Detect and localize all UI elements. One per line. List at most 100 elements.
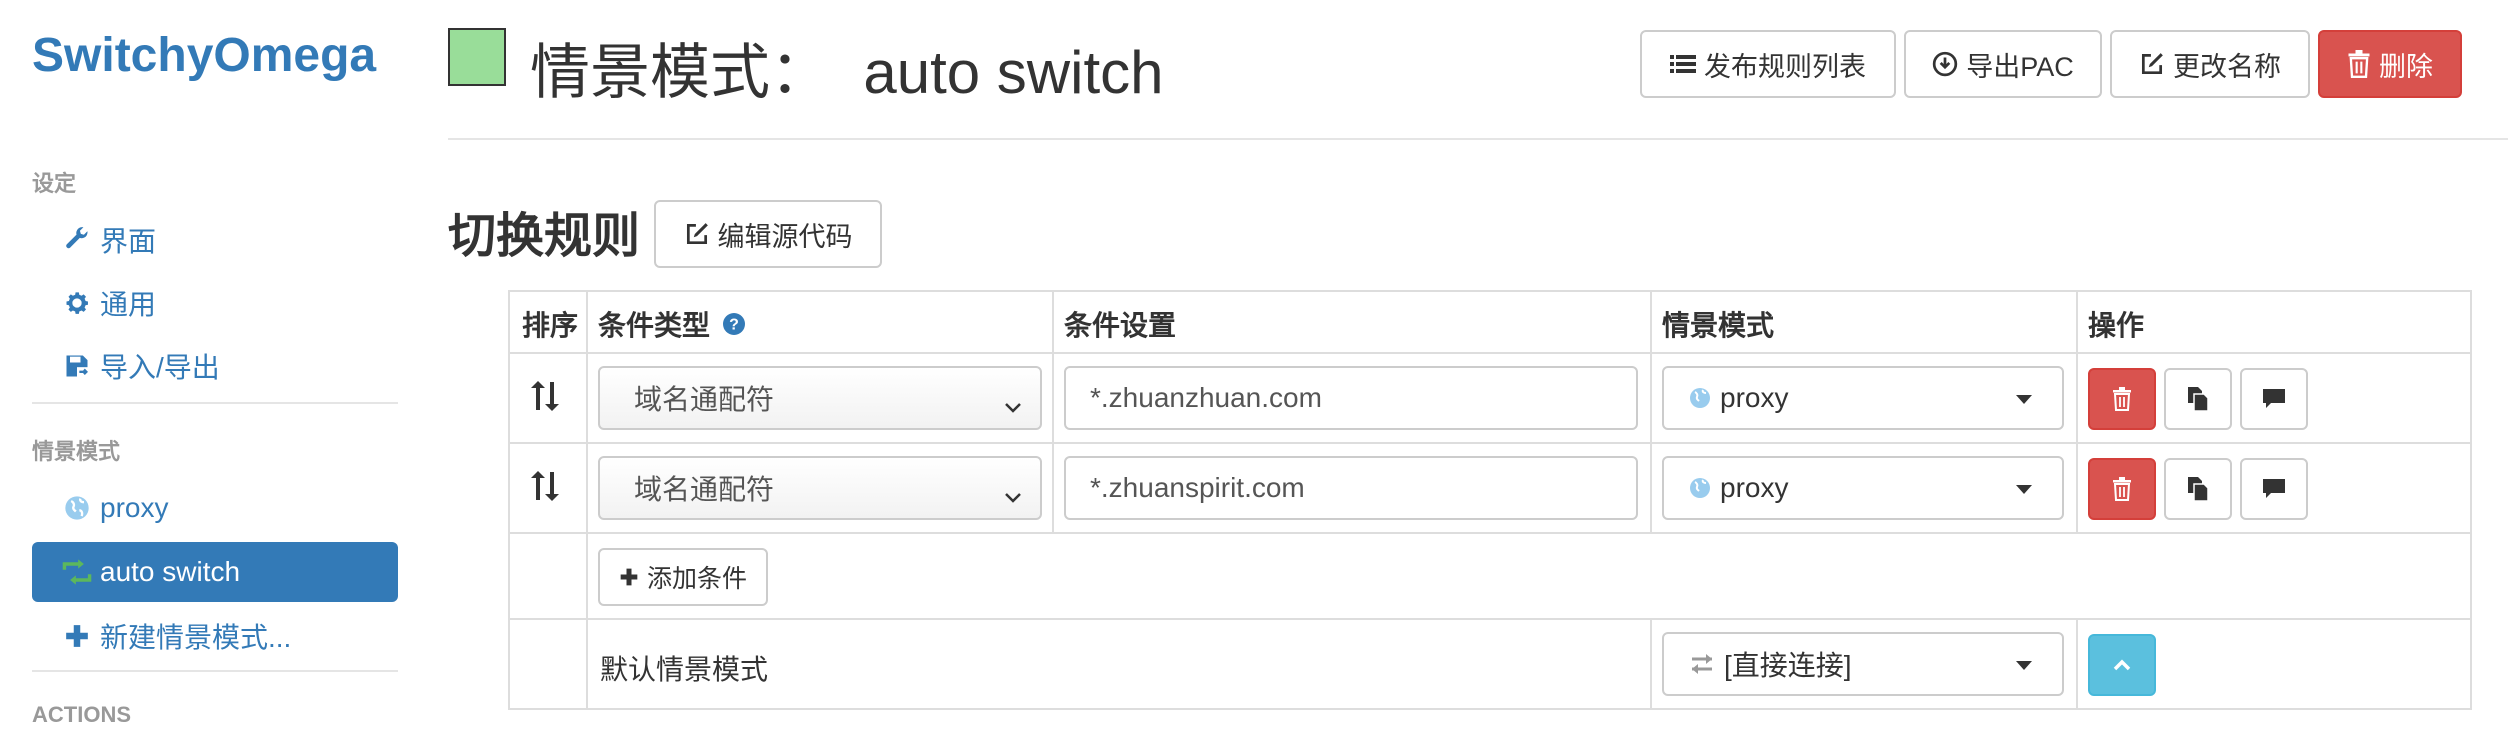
- chevron-down-icon: [1004, 480, 1022, 512]
- delete-profile-button[interactable]: 删除: [2318, 30, 2462, 98]
- delete-rule-button[interactable]: [2088, 368, 2156, 430]
- edit-icon: [684, 221, 710, 247]
- sidebar-divider: [32, 402, 398, 404]
- table-divider: [2076, 618, 2078, 710]
- download-circle-icon: [1932, 51, 1958, 77]
- table-divider: [1650, 290, 1652, 534]
- table-divider: [1650, 618, 1652, 710]
- settings-header: 设定: [32, 171, 77, 196]
- sort-handle-icon[interactable]: [530, 470, 560, 507]
- button-label: 导出PAC: [1966, 51, 2074, 82]
- condition-input[interactable]: *.zhuanspirit.com: [1064, 456, 1638, 520]
- result-profile-select[interactable]: proxy: [1662, 366, 2064, 430]
- sidebar-item-interface[interactable]: 界面: [32, 210, 398, 270]
- sidebar-item-proxy[interactable]: proxy: [32, 478, 398, 538]
- column-header-actions: 操作: [2088, 310, 2145, 341]
- sidebar-item-label: 界面: [100, 226, 157, 257]
- column-header-profile: 情景模式: [1662, 310, 1775, 341]
- column-header-label: 条件类型: [598, 310, 711, 341]
- table-divider: [1052, 290, 1054, 534]
- sort-handle-icon[interactable]: [530, 380, 560, 417]
- sidebar-item-general[interactable]: 通用: [32, 273, 398, 333]
- sidebar-divider: [32, 670, 398, 672]
- globe-icon: [60, 494, 94, 522]
- sidebar-item-label: 导入/导出: [100, 352, 220, 383]
- plus-icon: [60, 623, 94, 649]
- app-brand[interactable]: SwitchyOmega: [32, 28, 376, 83]
- result-profile-select[interactable]: proxy: [1662, 456, 2064, 520]
- condition-type-select[interactable]: 域名通配符: [598, 366, 1042, 430]
- table-divider: [2076, 290, 2078, 534]
- clone-rule-button[interactable]: [2164, 368, 2232, 430]
- condition-input[interactable]: *.zhuanzhuan.com: [1064, 366, 1638, 430]
- select-value: 域名通配符: [634, 384, 775, 415]
- header-divider: [448, 138, 2508, 140]
- select-value: 域名通配符: [634, 474, 775, 505]
- sidebar-item-auto-switch[interactable]: auto switch: [32, 542, 398, 602]
- export-pac-button[interactable]: 导出PAC: [1904, 30, 2102, 98]
- svg-text:?: ?: [729, 317, 739, 334]
- column-header-order: 排序: [522, 310, 579, 341]
- table-divider: [508, 442, 2472, 444]
- select-value: [直接连接]: [1724, 650, 1852, 681]
- rename-button[interactable]: 更改名称: [2110, 30, 2310, 98]
- chevron-up-icon: [2112, 658, 2132, 672]
- help-icon[interactable]: ?: [722, 312, 746, 336]
- globe-icon: [1688, 386, 1712, 410]
- sidebar-item-label: proxy: [100, 492, 169, 523]
- comment-icon: [2262, 478, 2286, 500]
- table-divider: [508, 352, 2472, 354]
- note-rule-button[interactable]: [2240, 368, 2308, 430]
- section-title: 切换规则: [448, 210, 641, 263]
- column-header-condition-type: 条件类型 ?: [598, 304, 746, 344]
- sidebar-item-label: 新建情景模式...: [100, 622, 292, 653]
- plus-icon: [619, 567, 639, 587]
- retweet-icon: [60, 558, 94, 586]
- button-label: 发布规则列表: [1704, 51, 1866, 82]
- button-label: 编辑源代码: [717, 221, 853, 252]
- edit-source-button[interactable]: 编辑源代码: [654, 200, 882, 268]
- wrench-icon: [60, 226, 94, 254]
- gear-icon: [60, 289, 94, 317]
- collapse-button[interactable]: [2088, 634, 2156, 696]
- caret-down-icon: [2016, 485, 2032, 494]
- condition-type-select[interactable]: 域名通配符: [598, 456, 1042, 520]
- input-value: *.zhuanspirit.com: [1090, 472, 1305, 503]
- add-condition-button[interactable]: 添加条件: [598, 548, 768, 606]
- input-value: *.zhuanzhuan.com: [1090, 382, 1322, 413]
- profiles-header: 情景模式: [32, 439, 121, 464]
- profile-color-swatch[interactable]: [448, 28, 506, 86]
- button-label: 删除: [2379, 51, 2433, 82]
- caret-down-icon: [2016, 395, 2032, 404]
- comment-icon: [2262, 388, 2286, 410]
- trash-icon: [2347, 50, 2371, 78]
- default-profile-select[interactable]: [直接连接]: [1662, 632, 2064, 696]
- table-divider: [508, 532, 2472, 534]
- sidebar-item-new-profile[interactable]: 新建情景模式...: [32, 606, 398, 666]
- floppy-icon: [60, 352, 94, 380]
- button-label: 更改名称: [2173, 51, 2281, 82]
- copy-icon: [2187, 476, 2209, 502]
- sidebar-item-import-export[interactable]: 导入/导出: [32, 336, 398, 396]
- note-rule-button[interactable]: [2240, 458, 2308, 520]
- chevron-down-icon: [1004, 390, 1022, 422]
- table-divider: [586, 290, 588, 710]
- edit-icon: [2139, 51, 2165, 77]
- caret-down-icon: [2016, 661, 2032, 670]
- column-header-condition: 条件设置: [1064, 310, 1177, 341]
- publish-rules-button[interactable]: 发布规则列表: [1640, 30, 1896, 98]
- default-profile-label: 默认情景模式: [600, 654, 769, 685]
- trash-icon: [2112, 387, 2132, 411]
- sidebar-item-label: 通用: [100, 289, 157, 320]
- select-value: proxy: [1720, 382, 1789, 413]
- button-label: 添加条件: [646, 565, 747, 593]
- list-icon: [1670, 52, 1696, 76]
- delete-rule-button[interactable]: [2088, 458, 2156, 520]
- clone-rule-button[interactable]: [2164, 458, 2232, 520]
- trash-icon: [2112, 477, 2132, 501]
- sidebar-item-label: auto switch: [100, 556, 241, 587]
- table-divider: [508, 618, 2472, 620]
- globe-icon: [1688, 476, 1712, 500]
- exchange-icon: [1688, 653, 1716, 675]
- copy-icon: [2187, 386, 2209, 412]
